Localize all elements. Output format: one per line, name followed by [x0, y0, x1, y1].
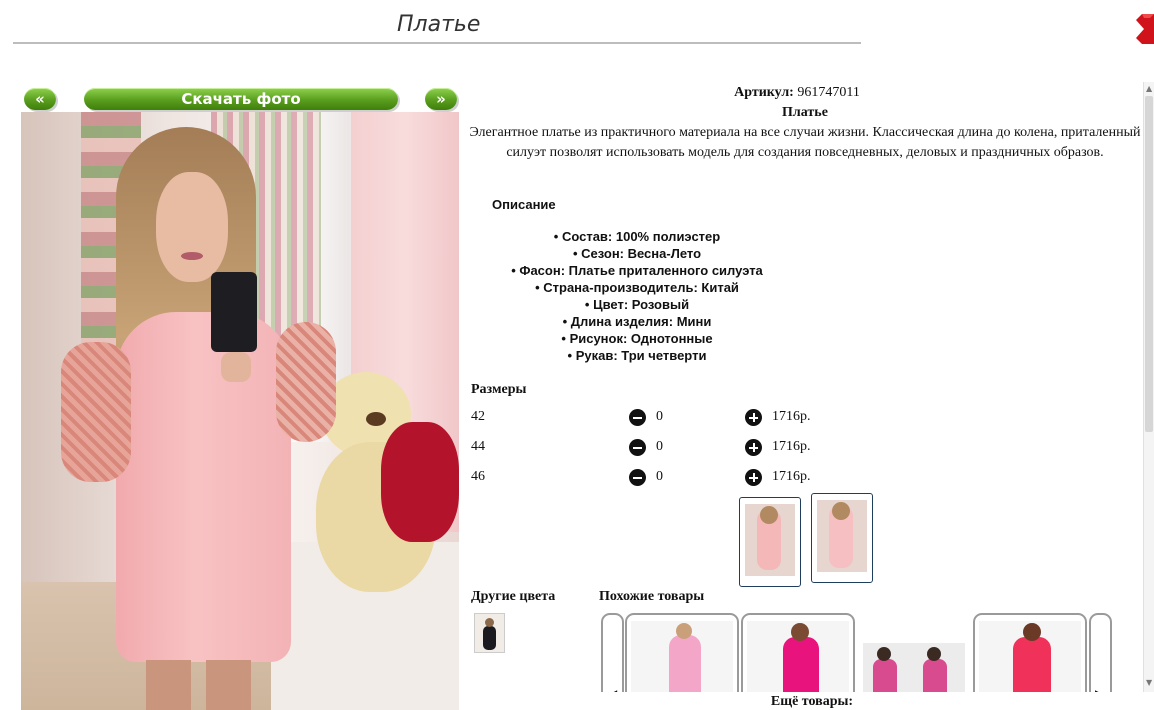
product-info-panel: Артикул: 961747011 Платье Элегантное пла…	[467, 82, 1143, 710]
size-label: 42	[471, 409, 485, 424]
spec-item: Фасон: Платье приталенного силуэта	[472, 262, 802, 279]
plus-circle-icon[interactable]	[745, 439, 762, 456]
spec-item: Рукав: Три четверти	[472, 347, 802, 364]
size-row: 44 0 1716р.	[471, 437, 831, 459]
size-price: 1716р.	[772, 469, 811, 484]
prev-photo-button[interactable]: «	[24, 88, 56, 110]
other-colors-heading: Другие цвета	[471, 589, 556, 604]
size-quantity: 0	[656, 409, 663, 424]
product-description: Элегантное платье из практичного материа…	[469, 125, 1141, 160]
article-label: Артикул:	[734, 85, 794, 100]
similar-heading: Похожие товары	[599, 589, 705, 604]
product-photo	[21, 112, 459, 710]
spec-item: Рисунок: Однотонные	[472, 330, 802, 347]
size-row: 42 0 1716р.	[471, 407, 831, 429]
article-value: 961747011	[797, 85, 860, 100]
product-name: Платье	[782, 105, 828, 120]
specs-list: Состав: 100% полиэстер Сезон: Весна-Лето…	[472, 228, 802, 364]
minus-circle-icon[interactable]	[629, 409, 646, 426]
plus-circle-icon[interactable]	[745, 469, 762, 486]
plus-circle-icon[interactable]	[745, 409, 762, 426]
size-price: 1716р.	[772, 439, 811, 454]
close-icon[interactable]	[1136, 14, 1154, 44]
photo-thumbnail[interactable]	[739, 497, 801, 587]
minus-circle-icon[interactable]	[629, 469, 646, 486]
other-color-swatch[interactable]	[474, 613, 505, 653]
size-price: 1716р.	[772, 409, 811, 424]
size-label: 44	[471, 439, 485, 454]
download-photo-button[interactable]: Скачать фото	[84, 88, 398, 110]
spec-item: Длина изделия: Мини	[472, 313, 802, 330]
page-title: Платье	[397, 12, 481, 37]
size-quantity: 0	[656, 469, 663, 484]
spec-item: Цвет: Розовый	[472, 296, 802, 313]
spec-item: Страна-производитель: Китай	[472, 279, 802, 296]
size-label: 46	[471, 469, 485, 484]
scrollbar-thumb[interactable]	[1145, 96, 1153, 432]
size-row: 46 0 1716р.	[471, 467, 831, 489]
vertical-scrollbar[interactable]: ▲ ▼	[1143, 82, 1154, 692]
specs-heading: Описание	[492, 197, 556, 212]
spec-item: Состав: 100% полиэстер	[472, 228, 802, 245]
title-divider	[13, 42, 861, 44]
next-photo-button[interactable]: »	[425, 88, 457, 110]
minus-circle-icon[interactable]	[629, 439, 646, 456]
more-products-heading: Ещё товары:	[770, 694, 854, 709]
size-quantity: 0	[656, 439, 663, 454]
sizes-heading: Размеры	[471, 382, 527, 397]
photo-thumbnail[interactable]	[811, 493, 873, 583]
spec-item: Сезон: Весна-Лето	[472, 245, 802, 262]
